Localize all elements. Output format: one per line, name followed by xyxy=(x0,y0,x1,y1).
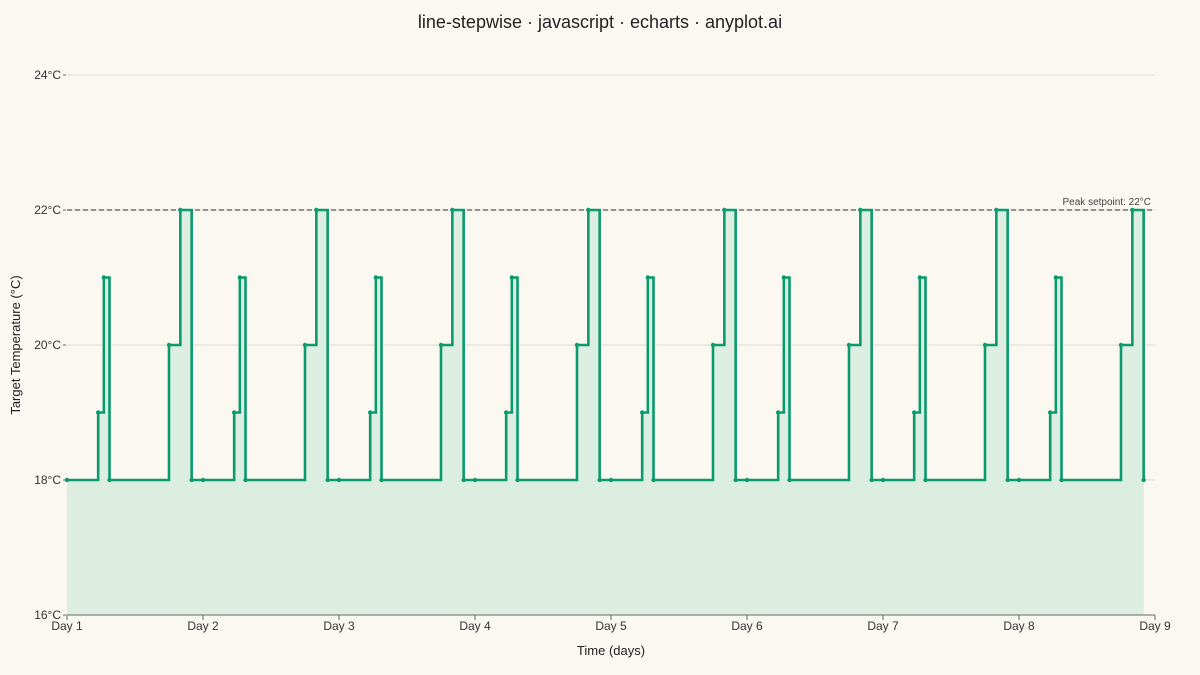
data-point xyxy=(503,410,509,415)
chart-title: line-stepwise · javascript · echarts · a… xyxy=(418,12,782,32)
data-point xyxy=(243,477,248,483)
x-tick-label: Day 7 xyxy=(867,619,899,633)
data-point xyxy=(336,477,342,483)
data-point xyxy=(509,275,515,280)
data-point xyxy=(880,477,886,483)
data-point xyxy=(178,207,183,213)
data-point xyxy=(367,410,373,415)
step-line-chart: line-stepwise · javascript · echarts · a… xyxy=(8,12,1171,658)
data-point xyxy=(1053,275,1059,280)
chart-container: line-stepwise · javascript · echarts · a… xyxy=(0,0,1200,675)
data-point xyxy=(1016,477,1022,483)
data-point xyxy=(461,477,466,483)
data-point xyxy=(911,410,917,415)
data-point xyxy=(645,275,651,280)
data-point xyxy=(1005,477,1010,483)
x-tick-label: Day 6 xyxy=(731,619,763,633)
x-tick-label: Day 1 xyxy=(51,619,83,633)
data-point xyxy=(787,477,792,483)
data-point xyxy=(1118,342,1124,348)
data-point xyxy=(846,342,852,348)
data-point xyxy=(231,410,237,415)
y-tick-label: 22°C xyxy=(34,203,61,217)
x-tick-label: Day 4 xyxy=(459,619,491,633)
data-point xyxy=(373,275,379,280)
y-tick-label: 18°C xyxy=(34,473,61,487)
data-point xyxy=(1047,410,1053,415)
data-point xyxy=(438,342,444,348)
data-point xyxy=(450,207,455,213)
x-tick-label: Day 3 xyxy=(323,619,355,633)
y-tick-label: 20°C xyxy=(34,338,61,352)
data-point xyxy=(869,477,874,483)
y-tick-label: 24°C xyxy=(34,68,61,82)
data-point xyxy=(923,477,928,483)
data-point xyxy=(515,477,520,483)
data-point xyxy=(237,275,243,280)
data-point xyxy=(1130,207,1135,213)
data-point xyxy=(101,275,107,280)
data-point xyxy=(95,410,101,415)
x-tick-label: Day 5 xyxy=(595,619,627,633)
x-axis-label: Time (days) xyxy=(577,643,645,658)
x-tick-label: Day 9 xyxy=(1139,619,1171,633)
data-point xyxy=(574,342,580,348)
data-point xyxy=(314,207,319,213)
x-tick-label: Day 2 xyxy=(187,619,219,633)
data-point xyxy=(917,275,923,280)
data-point xyxy=(166,342,172,348)
data-point xyxy=(781,275,787,280)
data-point xyxy=(858,207,863,213)
data-point xyxy=(107,477,112,483)
area-fill xyxy=(67,210,1144,615)
data-point xyxy=(722,207,727,213)
y-axis-label: Target Temperature (°C) xyxy=(8,275,23,414)
data-point xyxy=(982,342,988,348)
data-point xyxy=(994,207,999,213)
data-point xyxy=(775,410,781,415)
data-point xyxy=(733,477,738,483)
data-point xyxy=(1059,477,1064,483)
data-point xyxy=(379,477,384,483)
data-point xyxy=(325,477,330,483)
data-point xyxy=(651,477,656,483)
data-point xyxy=(1141,477,1146,483)
data-point xyxy=(586,207,591,213)
peak-setpoint-label: Peak setpoint: 22°C xyxy=(1063,197,1152,208)
x-tick-label: Day 8 xyxy=(1003,619,1035,633)
data-point xyxy=(200,477,206,483)
data-point xyxy=(639,410,645,415)
data-point xyxy=(608,477,614,483)
data-point xyxy=(710,342,716,348)
data-point xyxy=(189,477,194,483)
data-point xyxy=(472,477,478,483)
data-point xyxy=(744,477,750,483)
data-point xyxy=(597,477,602,483)
data-point xyxy=(302,342,308,348)
